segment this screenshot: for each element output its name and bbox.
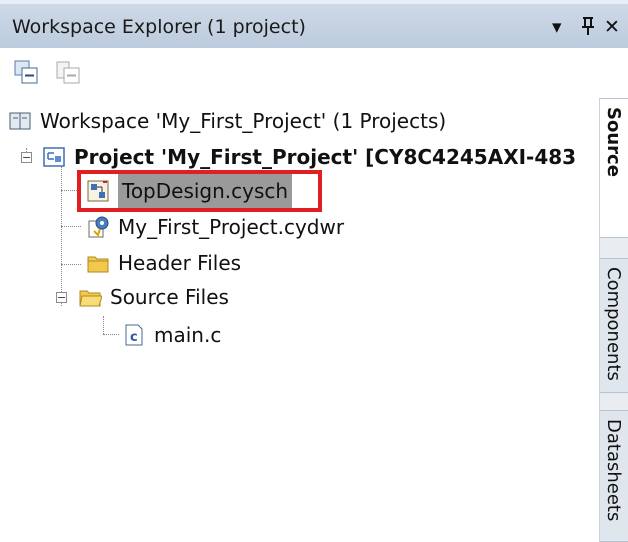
- close-icon[interactable]: ✕: [604, 16, 620, 38]
- tab-components[interactable]: Components: [600, 258, 628, 393]
- explorer-toolbar: [0, 48, 628, 98]
- explorer-title-bar: Workspace Explorer (1 project) ▾ ✕: [0, 0, 628, 48]
- highlight-box: [77, 170, 322, 212]
- project-icon: [42, 145, 66, 169]
- design-wide-resources-icon: [86, 215, 110, 239]
- tab-datasheets-label: Datasheets: [603, 419, 624, 522]
- tab-components-label: Components: [603, 267, 624, 381]
- project-label: Project 'My_First_Project' [CY8C4245AXI-…: [74, 145, 577, 169]
- folder-icon: [86, 251, 110, 275]
- pin-icon[interactable]: [580, 16, 596, 41]
- side-tab-strip: Source Components Datasheets: [599, 98, 628, 542]
- project-collapse-toggle[interactable]: −: [21, 152, 32, 163]
- tree-guide: [103, 334, 119, 335]
- source-files-collapse-toggle[interactable]: −: [56, 292, 67, 303]
- folder-open-icon: [78, 285, 103, 309]
- svg-text:c: c: [130, 330, 138, 345]
- workspace-label: Workspace 'My_First_Project' (1 Projects…: [40, 109, 447, 133]
- source-files-label: Source Files: [110, 285, 229, 309]
- dropdown-arrow-icon[interactable]: ▾: [552, 16, 562, 38]
- workspace-book-icon: [8, 109, 32, 133]
- cydwr-label: My_First_Project.cydwr: [118, 215, 345, 239]
- tree-guide: [61, 264, 81, 265]
- main-c-label: main.c: [154, 323, 222, 347]
- header-files-label: Header Files: [118, 251, 242, 275]
- tab-source[interactable]: Source: [600, 98, 628, 238]
- tab-source-label: Source: [603, 107, 624, 177]
- workspace-tree: Workspace 'My_First_Project' (1 Projects…: [0, 100, 600, 542]
- tab-datasheets[interactable]: Datasheets: [600, 410, 628, 542]
- c-file-icon: c: [122, 323, 146, 347]
- explorer-title: Workspace Explorer (1 project): [12, 16, 306, 38]
- tree-guide: [61, 226, 81, 227]
- tree-guide: [103, 316, 104, 334]
- tree-guide: [61, 160, 62, 306]
- new-folder-icon[interactable]: [54, 58, 84, 88]
- collapse-all-icon[interactable]: [12, 58, 42, 88]
